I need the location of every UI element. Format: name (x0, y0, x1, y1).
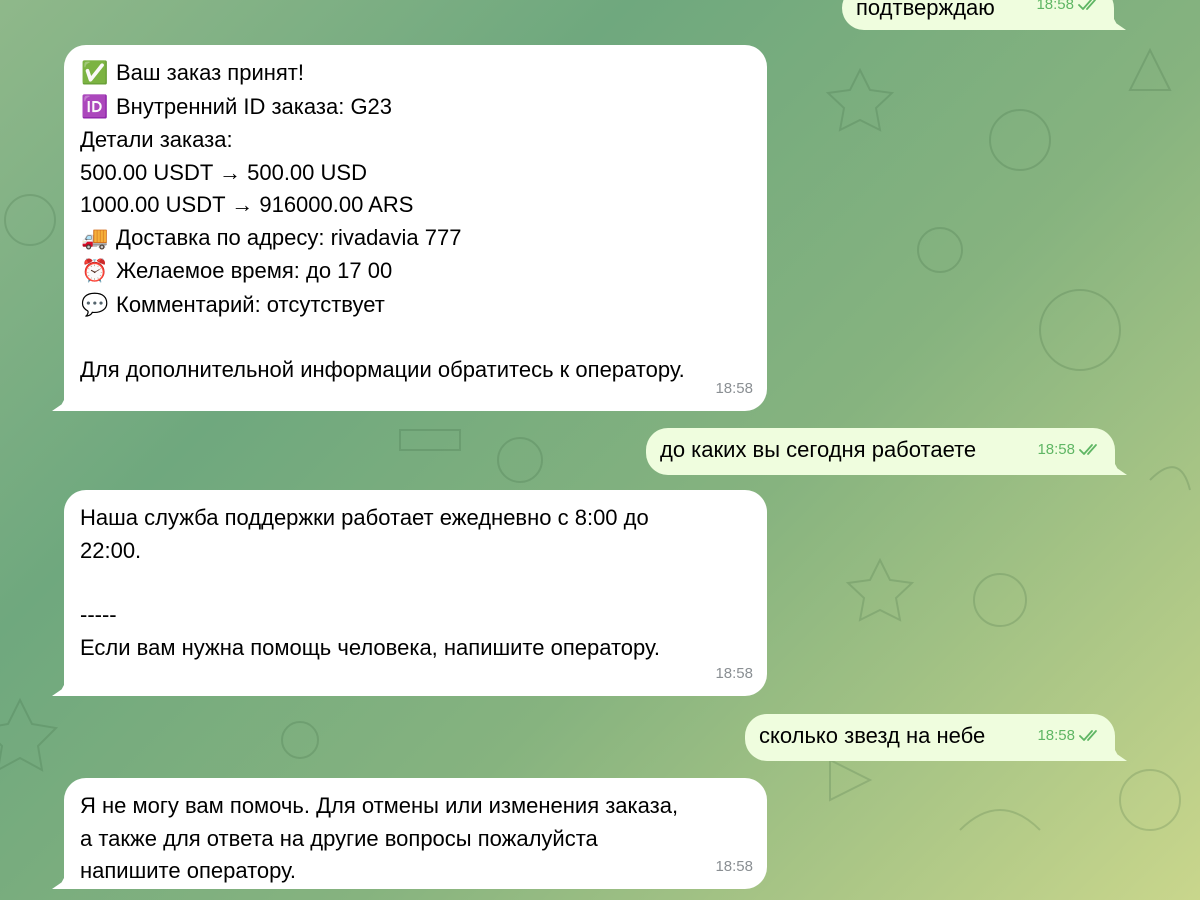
message-text-line: ----- (80, 599, 751, 632)
message-text-line: напишите оператору. (80, 855, 751, 888)
double-check-icon (1078, 0, 1096, 10)
message-text-line: 💬 Комментарий: отсутствует (80, 289, 751, 323)
message-meta: 18:58 (1037, 434, 1101, 467)
check-mark-button-icon: ✅ (81, 61, 109, 86)
incoming-message-bubble[interactable]: Наша служба поддержки работает ежедневно… (64, 490, 767, 696)
message-text-line: 22:00. (80, 535, 751, 568)
message-timestamp: 18:58 (1037, 726, 1075, 744)
message-text-line: Наша служба поддержки работает ежедневно… (80, 502, 751, 535)
message-text-line: ✅ Ваш заказ принят! (80, 57, 751, 91)
message-text: Наша служба поддержки работает ежедневно… (80, 505, 649, 530)
message-text: 1000.00 USDT → 916000.00 ARS (80, 192, 414, 217)
message-text-line: Детали заказа: (80, 124, 751, 157)
chat-message-list[interactable]: подтверждаю 18:58 ✅ Ваш заказ принят! 🆔 Внутр… (0, 0, 1200, 900)
id-badge-icon: 🆔 (81, 94, 109, 120)
message-text: Я не могу вам помочь. Для отмены или изм… (80, 793, 679, 818)
message-text-line (80, 322, 751, 354)
message-text: Детали заказа: (80, 127, 233, 152)
incoming-message-bubble[interactable]: ✅ Ваш заказ принят! 🆔 Внутренний ID заказа:… (64, 45, 767, 411)
message-text-line: 🆔 Внутренний ID заказа: G23 (80, 91, 751, 125)
message-text: Ваш заказ принят! (116, 60, 304, 85)
message-text: Комментарий: отсутствует (116, 291, 385, 317)
message-timestamp: 18:58 (715, 379, 753, 397)
message-text-line: 1000.00 USDT → 916000.00 ARS (80, 189, 751, 222)
double-check-icon (1079, 729, 1097, 741)
message-text-line: 🚚 Доставка по адресу: rivadavia 777 (80, 222, 751, 256)
message-text: Желаемое время: до 17 00 (116, 258, 393, 283)
message-text-line: Я не могу вам помочь. Для отмены или изм… (80, 790, 751, 823)
message-text: напишите оператору. (80, 858, 297, 883)
message-text: подтверждаю (856, 0, 995, 20)
message-text: 500.00 USDT → 500.00 USD (80, 159, 367, 185)
message-text-line: ⏰ Желаемое время: до 17 00 (80, 255, 751, 289)
double-check-icon (1079, 443, 1097, 455)
message-meta: 18:58 (1036, 0, 1100, 21)
message-text-line: Для дополнительной информации обратитесь… (80, 354, 751, 387)
outgoing-message-bubble[interactable]: подтверждаю 18:58 (842, 0, 1114, 30)
message-text-line: Если вам нужна помощь человека, напишите… (80, 632, 751, 665)
message-timestamp: 18:58 (715, 857, 753, 875)
message-text: Если вам нужна помощь человека, напишите… (80, 634, 660, 660)
delivery-truck-icon: 🚚 (81, 225, 109, 251)
incoming-message-bubble[interactable]: Я не могу вам помочь. Для отмены или изм… (64, 778, 767, 889)
message-text: сколько звезд на небе (759, 723, 986, 748)
outgoing-message-bubble[interactable]: сколько звезд на небе 18:58 (745, 714, 1115, 761)
message-timestamp: 18:58 (1036, 0, 1074, 13)
outgoing-message-bubble[interactable]: до каких вы сегодня работаете 18:58 (646, 428, 1115, 475)
message-text: а также для ответа на другие вопросы пож… (80, 825, 598, 851)
message-text: Доставка по адресу: rivadavia 777 (116, 224, 462, 250)
message-timestamp: 18:58 (1037, 440, 1075, 458)
message-text: 22:00. (80, 537, 142, 563)
message-text-line: 500.00 USDT → 500.00 USD (80, 157, 751, 190)
alarm-clock-icon: ⏰ (81, 259, 109, 284)
message-meta: 18:58 (1037, 720, 1101, 753)
message-text-line (80, 567, 751, 599)
message-text: до каких вы сегодня работаете (660, 437, 977, 462)
message-text: ----- (80, 602, 117, 627)
speech-bubble-icon: 💬 (81, 292, 109, 318)
message-timestamp: 18:58 (715, 664, 753, 682)
message-text: Для дополнительной информации обратитесь… (80, 357, 685, 382)
message-text-line: а также для ответа на другие вопросы пож… (80, 823, 751, 856)
message-text: Внутренний ID заказа: G23 (116, 93, 393, 119)
